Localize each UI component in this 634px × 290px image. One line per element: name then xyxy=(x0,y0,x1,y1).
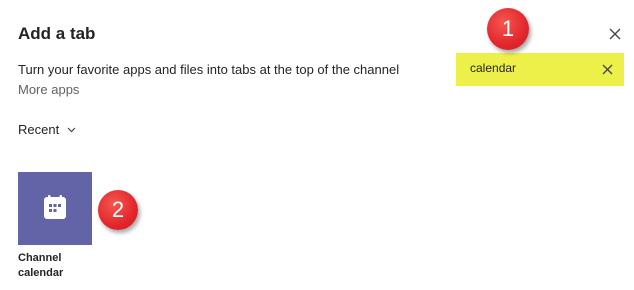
close-button[interactable] xyxy=(606,25,624,43)
annotation-marker-1: 1 xyxy=(487,8,529,50)
more-apps-link[interactable]: More apps xyxy=(18,82,79,97)
calendar-icon xyxy=(44,195,66,219)
close-icon xyxy=(602,64,613,75)
recent-filter-dropdown[interactable]: Recent xyxy=(18,122,76,137)
chevron-down-icon xyxy=(67,127,76,132)
dialog-title: Add a tab xyxy=(18,24,96,43)
clear-search-button[interactable] xyxy=(601,63,614,76)
search-box[interactable] xyxy=(456,53,624,86)
search-input[interactable] xyxy=(470,61,590,75)
app-name: Channel calendar xyxy=(18,252,64,279)
app-tile-channel-calendar[interactable] xyxy=(18,172,92,245)
dialog-description: Turn your favorite apps and files into t… xyxy=(18,62,400,77)
close-icon xyxy=(609,28,621,40)
recent-filter-label: Recent xyxy=(18,122,60,137)
annotation-marker-2: 2 xyxy=(98,190,138,230)
add-tab-dialog: Add a tab Turn your favorite apps and fi… xyxy=(0,0,634,290)
